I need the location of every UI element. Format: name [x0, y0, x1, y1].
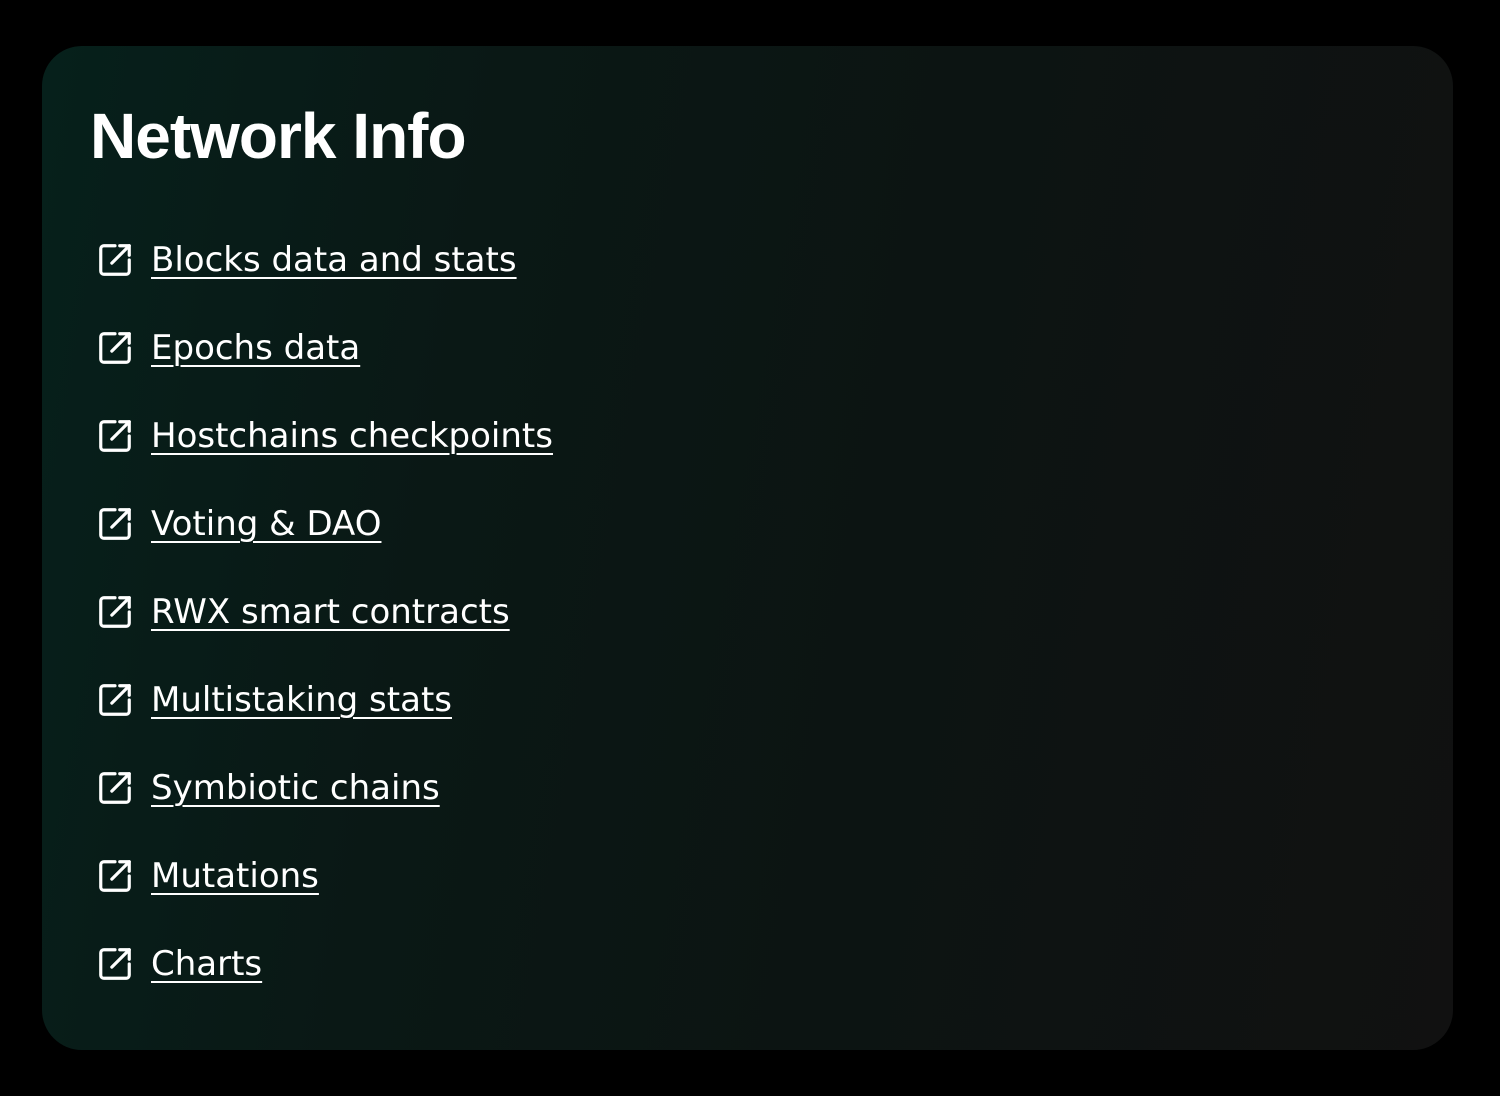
link-item-symbiotic[interactable]: Symbiotic chains [96, 744, 553, 832]
external-link-icon [96, 505, 134, 543]
network-links-list: Blocks data and stats Epochs data Hostch… [96, 216, 553, 1008]
external-link-icon [96, 417, 134, 455]
external-link-icon [96, 945, 134, 983]
external-link-icon [96, 857, 134, 895]
external-link-icon [96, 681, 134, 719]
link-item-charts[interactable]: Charts [96, 920, 553, 1008]
link-label[interactable]: RWX smart contracts [151, 592, 510, 632]
link-label[interactable]: Symbiotic chains [151, 768, 440, 808]
external-link-icon [96, 329, 134, 367]
link-label[interactable]: Mutations [151, 856, 319, 896]
link-item-hostchains[interactable]: Hostchains checkpoints [96, 392, 553, 480]
link-item-blocks[interactable]: Blocks data and stats [96, 216, 553, 304]
link-label[interactable]: Epochs data [151, 328, 360, 368]
link-label[interactable]: Voting & DAO [151, 504, 381, 544]
link-item-voting[interactable]: Voting & DAO [96, 480, 553, 568]
link-label[interactable]: Blocks data and stats [151, 240, 517, 280]
link-item-multistaking[interactable]: Multistaking stats [96, 656, 553, 744]
link-label[interactable]: Charts [151, 944, 262, 984]
link-label[interactable]: Multistaking stats [151, 680, 452, 720]
link-label[interactable]: Hostchains checkpoints [151, 416, 553, 456]
link-item-mutations[interactable]: Mutations [96, 832, 553, 920]
card-title: Network Info [90, 100, 467, 172]
external-link-icon [96, 593, 134, 631]
link-item-rwx[interactable]: RWX smart contracts [96, 568, 553, 656]
external-link-icon [96, 241, 134, 279]
link-item-epochs[interactable]: Epochs data [96, 304, 553, 392]
network-info-card: Network Info Blocks data and stats Epoch… [42, 46, 1453, 1050]
external-link-icon [96, 769, 134, 807]
